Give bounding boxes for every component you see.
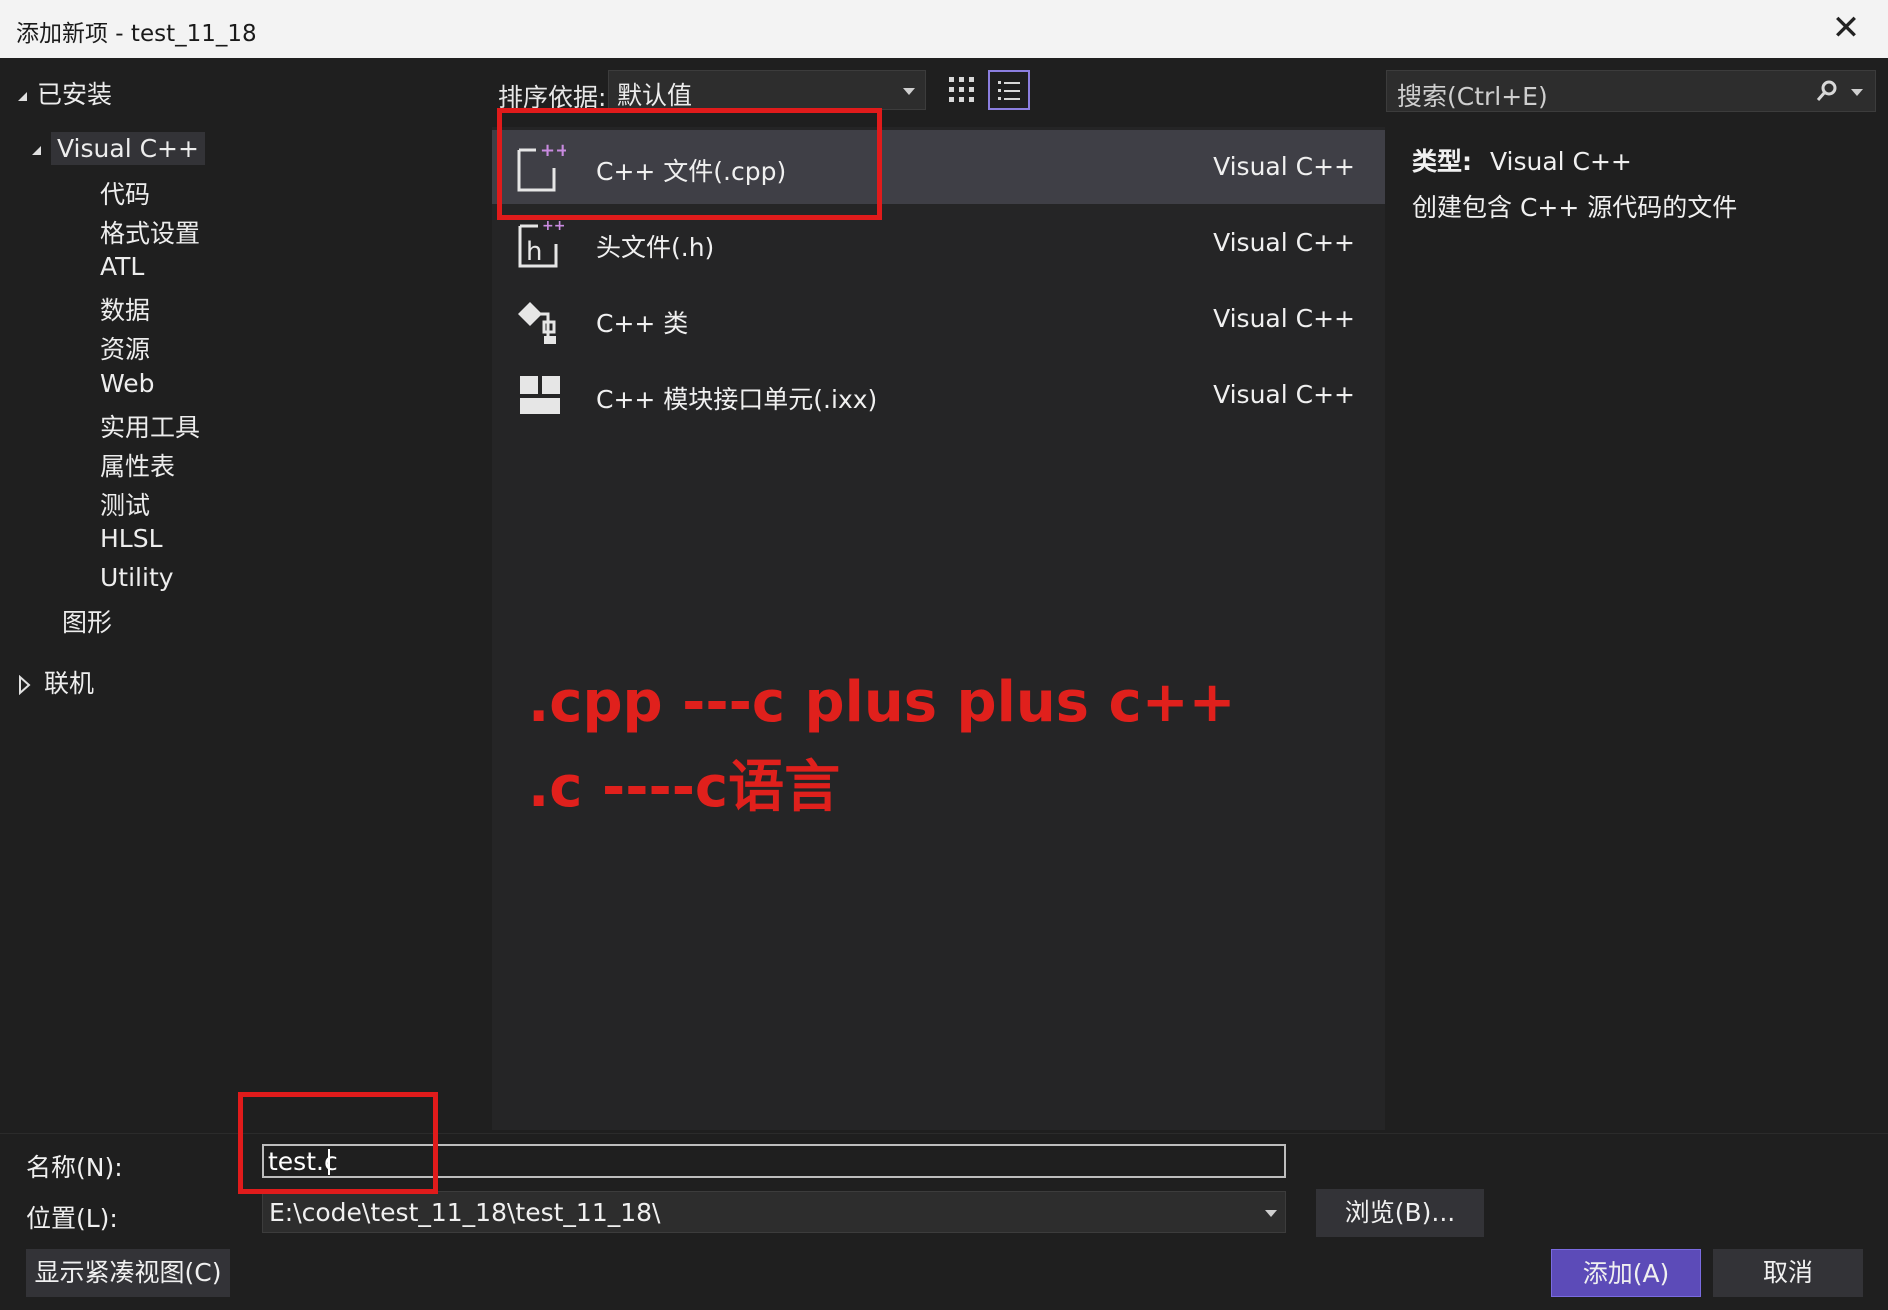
- search-placeholder: 搜索(Ctrl+E): [1397, 82, 1548, 111]
- annotation-text-line1: .cpp ---c plus plus c++: [528, 670, 1236, 735]
- compact-view-button[interactable]: 显示紧凑视图(C): [26, 1249, 230, 1297]
- tree-node-installed[interactable]: 已安装: [18, 75, 112, 111]
- tree-node-formatting[interactable]: 格式设置: [100, 214, 200, 250]
- add-button[interactable]: 添加(A): [1551, 1249, 1701, 1297]
- chevron-down-icon: [1265, 1210, 1277, 1217]
- tree-node-utilities[interactable]: 实用工具: [100, 408, 200, 444]
- template-language: Visual C++: [1213, 228, 1355, 257]
- tree-node-hlsl[interactable]: HLSL: [100, 524, 163, 553]
- template-list: ++ C++ 文件(.cpp) Visual C++ h ++ 头文件(.h) …: [492, 127, 1385, 1130]
- cancel-button[interactable]: 取消: [1713, 1249, 1863, 1297]
- tree-node-property-sheets[interactable]: 属性表: [100, 447, 175, 483]
- template-language: Visual C++: [1213, 380, 1355, 409]
- class-icon: [518, 302, 556, 344]
- browse-button[interactable]: 浏览(B)...: [1316, 1189, 1484, 1237]
- template-row-cpp-class[interactable]: C++ 类 Visual C++: [492, 282, 1385, 356]
- location-value: E:\code\test_11_18\test_11_18\: [269, 1198, 661, 1227]
- template-name: C++ 模块接口单元(.ixx): [596, 385, 878, 414]
- sort-value: 默认值: [617, 81, 693, 110]
- close-icon[interactable]: ✕: [1826, 8, 1866, 48]
- list-view-icon: [998, 81, 1020, 100]
- chevron-down-icon: [1851, 89, 1863, 96]
- module-icon: [520, 376, 560, 414]
- tree-node-resource[interactable]: 资源: [100, 330, 150, 366]
- tree-node-online[interactable]: 联机: [18, 664, 94, 700]
- template-language: Visual C++: [1213, 304, 1355, 333]
- annotation-highlight-name: [238, 1092, 438, 1194]
- details-type: 类型: Visual C++: [1412, 142, 1632, 178]
- tree-node-graphics[interactable]: 图形: [62, 603, 112, 639]
- details-type-value: Visual C++: [1489, 147, 1632, 176]
- template-name: C++ 类: [596, 309, 689, 338]
- expanded-triangle-icon: [32, 145, 41, 155]
- svg-text:++: ++: [542, 218, 565, 234]
- tree-node-visual-cpp[interactable]: Visual C++: [32, 132, 205, 165]
- name-label: 名称(N):: [26, 1153, 123, 1182]
- tree-node-label: Visual C++: [51, 132, 205, 165]
- details-type-label: 类型:: [1412, 147, 1472, 176]
- tree-node-data[interactable]: 数据: [100, 291, 150, 327]
- tree-node-test[interactable]: 测试: [100, 486, 150, 522]
- location-label: 位置(L):: [26, 1204, 118, 1233]
- tree-node-web[interactable]: Web: [100, 369, 155, 398]
- tree-node-utility[interactable]: Utility: [100, 563, 174, 592]
- template-name: 头文件(.h): [596, 233, 715, 262]
- tree-node-atl[interactable]: ATL: [100, 252, 144, 281]
- title-bar: 添加新项 - test_11_18 ✕: [0, 0, 1888, 58]
- annotation-text-line2: .c ----c语言: [528, 755, 841, 820]
- expanded-triangle-icon: [18, 91, 27, 101]
- annotation-highlight-cpp: [497, 108, 882, 220]
- template-language: Visual C++: [1213, 152, 1355, 181]
- details-description: 创建包含 C++ 源代码的文件: [1412, 193, 1738, 222]
- header-file-icon: h ++: [518, 218, 565, 268]
- collapsed-triangle-icon: [19, 674, 31, 696]
- window-title: 添加新项 - test_11_18: [16, 21, 257, 47]
- grid-view-icon: [949, 77, 974, 102]
- tree-node-label: 联机: [44, 669, 95, 698]
- grid-view-button[interactable]: [942, 70, 982, 110]
- list-view-button[interactable]: [988, 70, 1030, 110]
- tree-node-label: 已安装: [37, 80, 113, 109]
- search-icon: [1816, 80, 1837, 101]
- template-row-module-interface[interactable]: C++ 模块接口单元(.ixx) Visual C++: [492, 358, 1385, 432]
- location-dropdown[interactable]: E:\code\test_11_18\test_11_18\: [262, 1191, 1286, 1233]
- tree-node-code[interactable]: 代码: [100, 175, 150, 211]
- svg-text:h: h: [526, 237, 542, 267]
- chevron-down-icon: [903, 88, 915, 95]
- search-box[interactable]: 搜索(Ctrl+E): [1386, 70, 1876, 112]
- sort-dropdown[interactable]: 默认值: [608, 70, 926, 110]
